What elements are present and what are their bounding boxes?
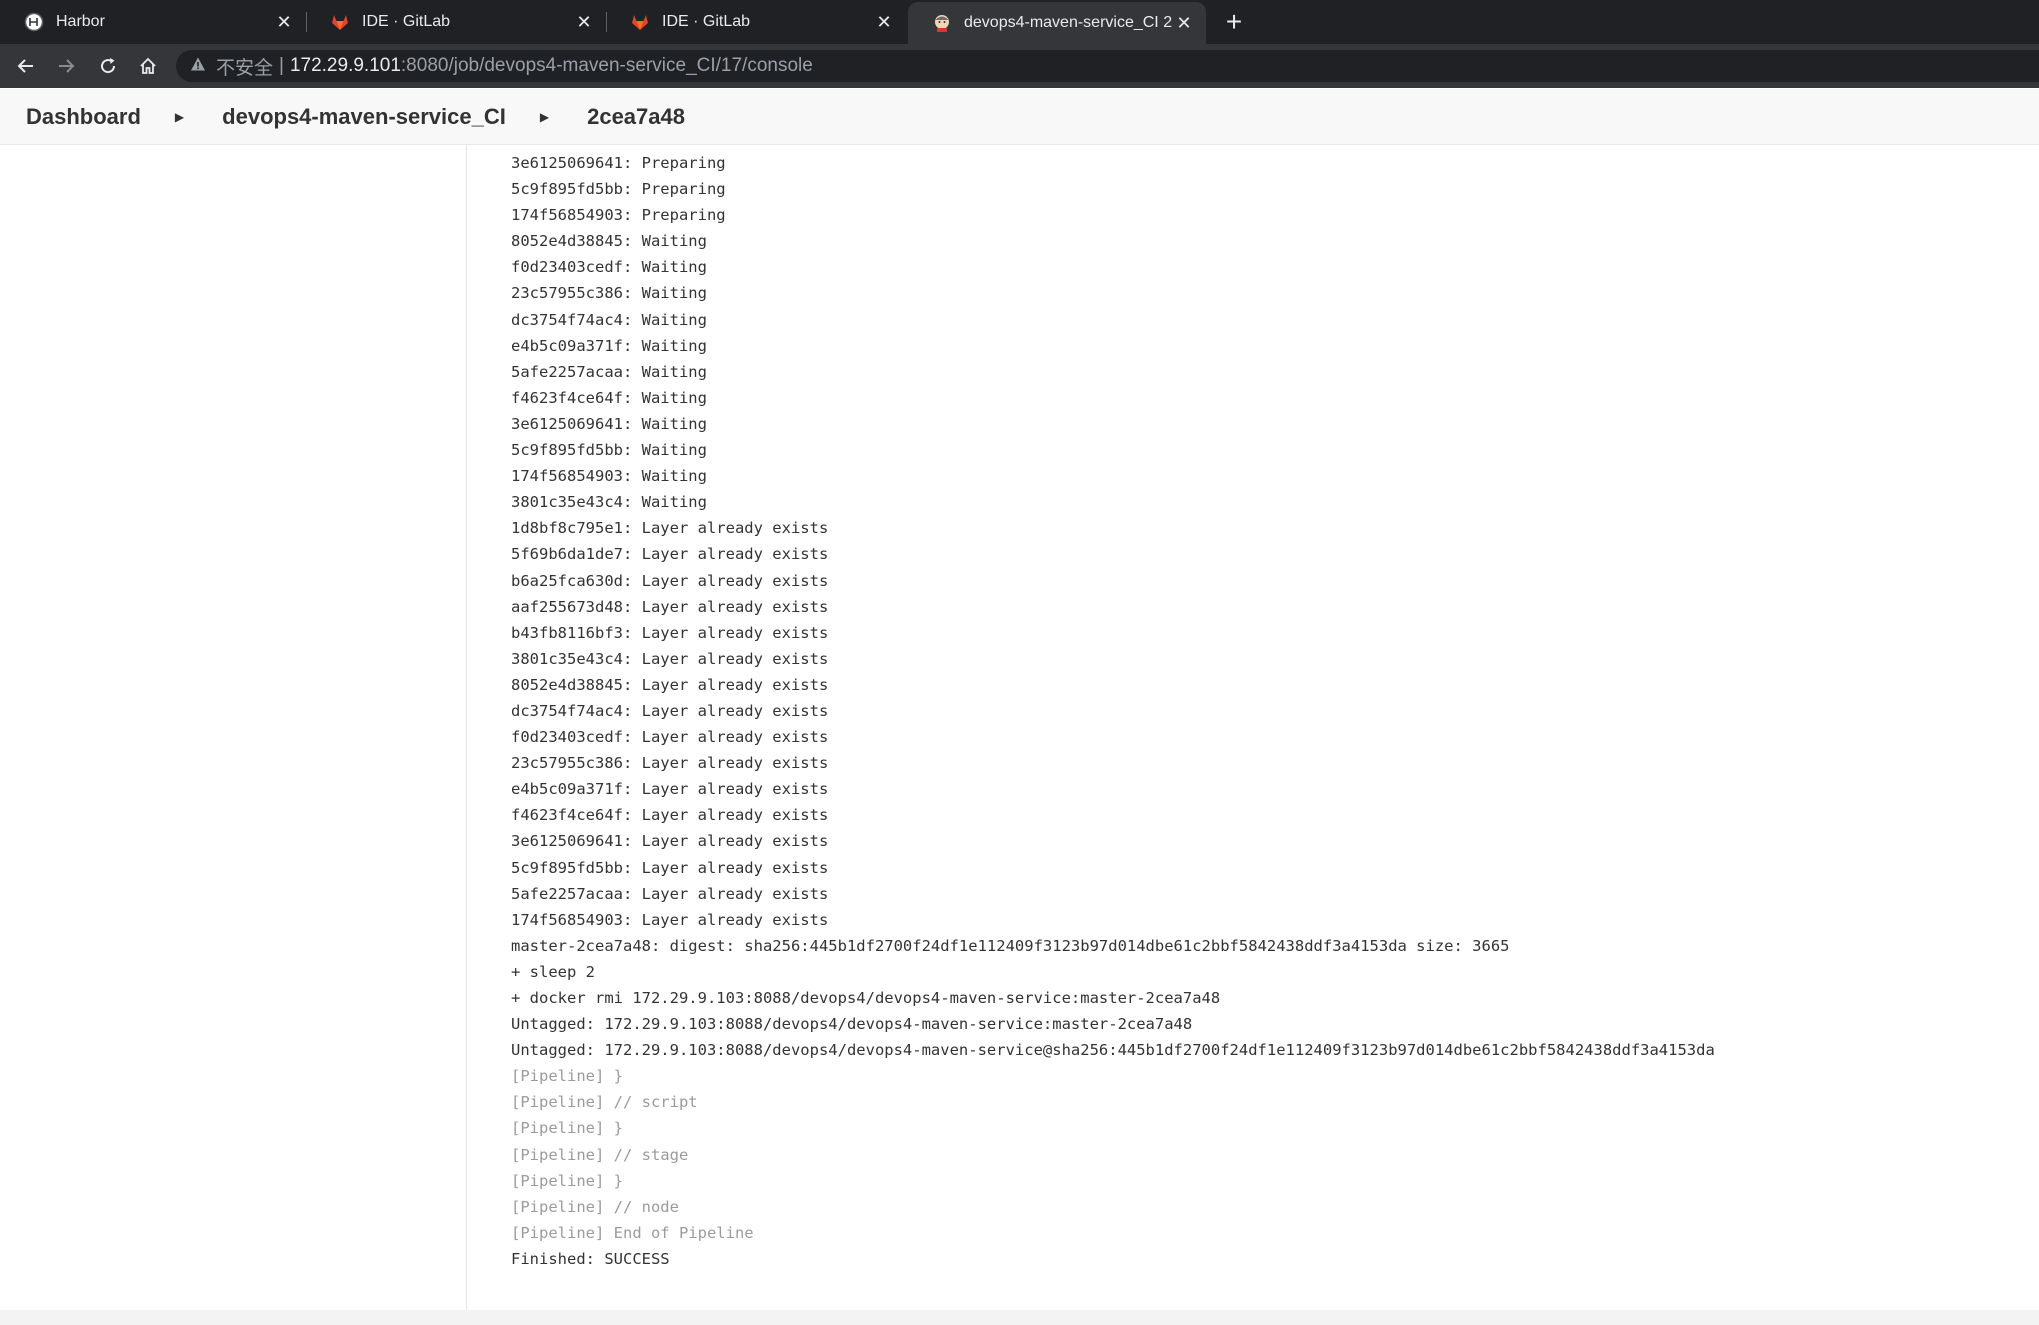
tab-gitlab-ide-1[interactable]: IDE · GitLab ✕ [306, 0, 606, 44]
gitlab-icon [630, 12, 650, 32]
close-tab-icon[interactable]: ✕ [872, 10, 896, 34]
console-line: dc3754f74ac4: Waiting [511, 310, 707, 329]
console-line: [Pipeline] // stage [511, 1145, 689, 1164]
console-line: b6a25fca630d: Layer already exists [511, 571, 829, 590]
console-line: [Pipeline] } [511, 1067, 623, 1086]
console-line: 3e6125069641: Layer already exists [511, 832, 829, 851]
console-line: 8052e4d38845: Waiting [511, 232, 707, 251]
console-line: 3801c35e43c4: Layer already exists [511, 649, 829, 668]
console-line: 174f56854903: Layer already exists [511, 910, 829, 929]
console-line: e4b5c09a371f: Layer already exists [511, 780, 829, 799]
console-line: 5afe2257acaa: Layer already exists [511, 884, 829, 903]
tab-title: devops4-maven-service_CI 2c [964, 14, 1172, 31]
console-line: 3e6125069641: Preparing [511, 154, 726, 172]
tab-title: IDE · GitLab [362, 13, 451, 30]
breadcrumb-build[interactable]: 2cea7a48 [587, 104, 685, 130]
security-label[interactable]: 不安全 [216, 53, 273, 80]
console-line: 23c57955c386: Waiting [511, 284, 707, 303]
console-line: Untagged: 172.29.9.103:8088/devops4/devo… [511, 1015, 1193, 1034]
console-line: 174f56854903: Waiting [511, 467, 707, 486]
home-icon [140, 57, 156, 74]
jenkins-icon [932, 13, 952, 33]
url-path: :8080/job/devops4-maven-service_CI/17/co… [400, 55, 813, 76]
close-tab-icon[interactable]: ✕ [1172, 11, 1196, 35]
console-line: dc3754f74ac4: Layer already exists [511, 701, 829, 720]
close-tab-icon[interactable]: ✕ [572, 10, 596, 34]
reload-icon [101, 58, 116, 74]
new-tab-button[interactable]: + [1220, 6, 1248, 37]
console-output: 3e6125069641: Preparing 5c9f895fd5bb: Pre… [511, 150, 1715, 1272]
console-line: 5c9f895fd5bb: Layer already exists [511, 858, 829, 877]
console-line: + sleep 2 [511, 962, 595, 981]
console-line: f0d23403cedf: Layer already exists [511, 728, 829, 747]
address-bar[interactable]: 不安全 | 172.29.9.101 :8080/job/devops4-mav… [176, 50, 2039, 82]
console-line: master-2cea7a48: digest: sha256:445b1df2… [511, 936, 1510, 955]
console-line: 23c57955c386: Layer already exists [511, 754, 829, 773]
tab-title: Harbor [56, 13, 105, 30]
console-line: f0d23403cedf: Waiting [511, 258, 707, 277]
console-line: [Pipeline] // script [511, 1093, 698, 1112]
address-separator: | [279, 55, 284, 76]
home-button[interactable] [134, 52, 162, 80]
console-line: 1d8bf8c795e1: Layer already exists [511, 519, 829, 538]
url-host: 172.29.9.101 [289, 55, 401, 76]
tab-jenkins-console[interactable]: devops4-maven-service_CI 2c ✕ [908, 2, 1206, 44]
console-line: f4623f4ce64f: Layer already exists [511, 806, 829, 825]
console-line: f4623f4ce64f: Waiting [511, 388, 707, 407]
console-line: [Pipeline] } [511, 1171, 623, 1190]
console-line: 3e6125069641: Waiting [511, 414, 707, 433]
back-button[interactable] [12, 52, 40, 80]
tab-harbor[interactable]: Harbor ✕ [0, 0, 306, 44]
harbor-icon [24, 12, 44, 32]
console-line: [Pipeline] // node [511, 1197, 679, 1216]
breadcrumb: Dashboard ▶ devops4-maven-service_CI ▶ 2… [0, 89, 2039, 145]
not-secure-warning-icon[interactable] [190, 56, 206, 77]
page-footer-strip [0, 1310, 2039, 1325]
arrow-right-icon [59, 59, 75, 73]
console-line: 5c9f895fd5bb: Preparing [511, 180, 726, 199]
console-line: 3801c35e43c4: Waiting [511, 493, 707, 512]
console-line: 174f56854903: Preparing [511, 206, 726, 225]
console-line: 5afe2257acaa: Waiting [511, 362, 707, 381]
console-line: [Pipeline] End of Pipeline [511, 1223, 754, 1242]
side-panel [0, 145, 467, 1310]
reload-button[interactable] [94, 52, 122, 80]
arrow-left-icon [17, 59, 33, 73]
breadcrumb-dashboard[interactable]: Dashboard [26, 104, 141, 130]
browser-tab-strip: Harbor ✕ IDE · GitLab ✕ IDE · GitLab ✕ d… [0, 0, 2039, 44]
tab-title: IDE · GitLab [662, 13, 751, 30]
console-line: aaf255673d48: Layer already exists [511, 597, 829, 616]
console-line: [Pipeline] } [511, 1119, 623, 1138]
console-line: b43fb8116bf3: Layer already exists [511, 623, 829, 642]
console-line: e4b5c09a371f: Waiting [511, 336, 707, 355]
chevron-right-icon[interactable]: ▶ [540, 110, 549, 124]
breadcrumb-job[interactable]: devops4-maven-service_CI [222, 104, 506, 130]
browser-toolbar: 不安全 | 172.29.9.101 :8080/job/devops4-mav… [0, 44, 2039, 88]
gitlab-icon [330, 12, 350, 32]
console-line: + docker rmi 172.29.9.103:8088/devops4/d… [511, 989, 1221, 1007]
chevron-right-icon[interactable]: ▶ [175, 110, 184, 124]
close-tab-icon[interactable]: ✕ [272, 10, 296, 34]
console-line: Finished: SUCCESS [511, 1249, 670, 1268]
tab-gitlab-ide-2[interactable]: IDE · GitLab ✕ [606, 0, 906, 44]
console-line: 5f69b6da1de7: Layer already exists [511, 545, 829, 564]
console-line: 8052e4d38845: Layer already exists [511, 675, 829, 694]
forward-button[interactable] [52, 52, 80, 80]
console-line: 5c9f895fd5bb: Waiting [511, 441, 707, 460]
console-line: Untagged: 172.29.9.103:8088/devops4/devo… [511, 1041, 1715, 1060]
